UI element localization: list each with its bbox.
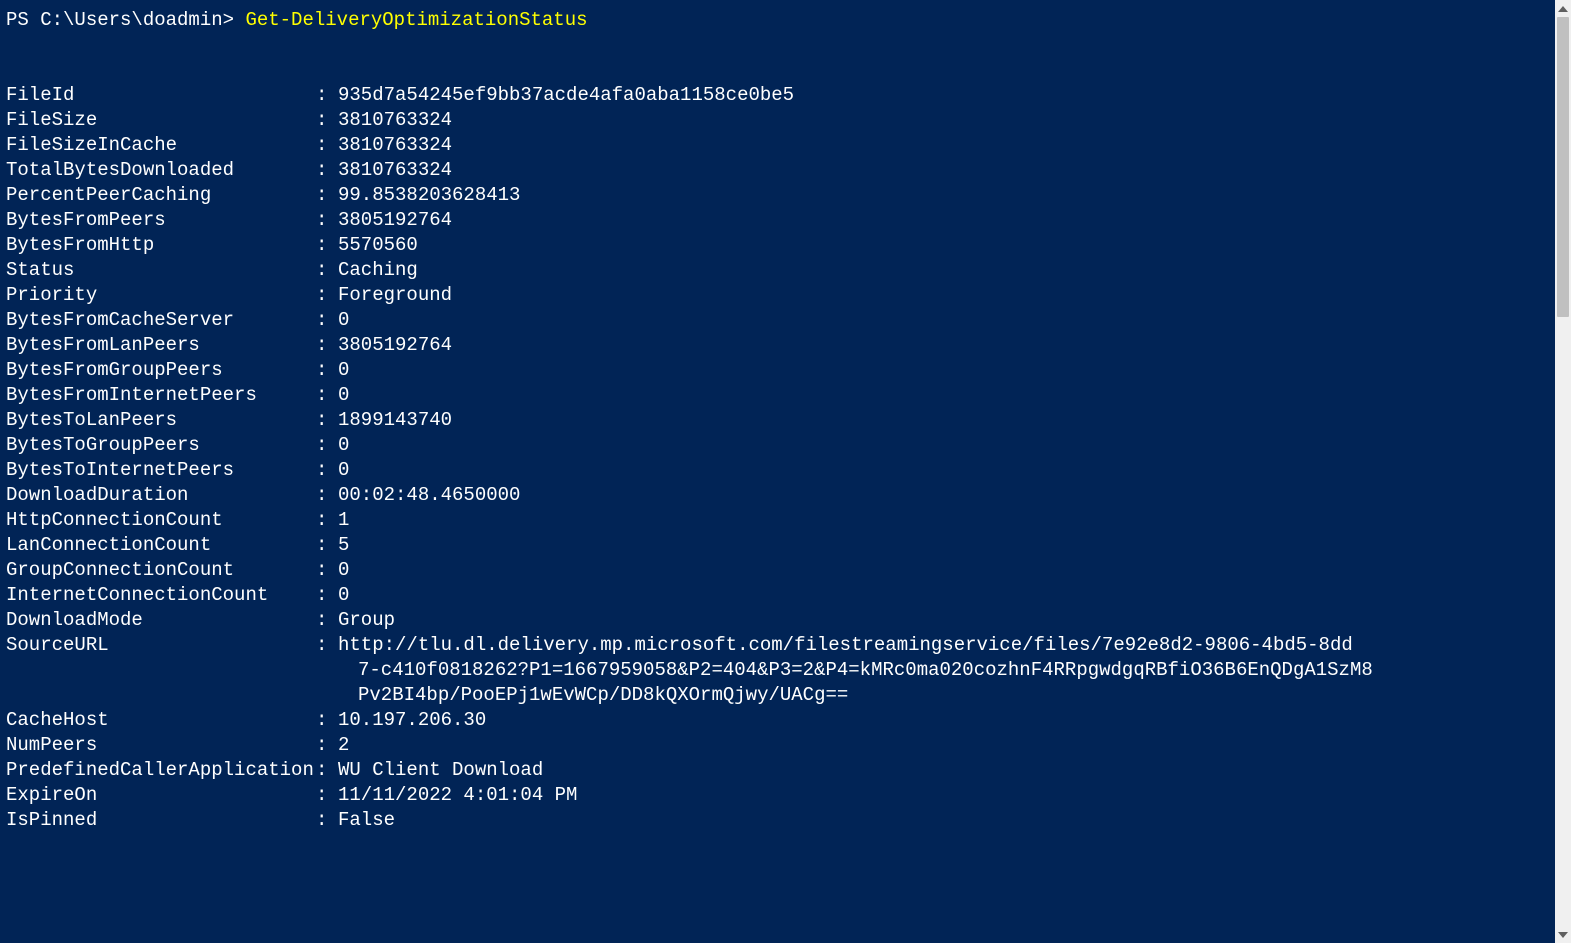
field-value: 0 <box>338 433 349 458</box>
field-sep: : <box>316 108 338 133</box>
field-key: BytesFromPeers <box>6 208 316 233</box>
field-key: BytesFromLanPeers <box>6 333 316 358</box>
field-val-sourceurl-l3: Pv2BI4bp/PooEPj1wEvWCp/DD8kQXOrmQjwy/UAC… <box>6 683 1565 708</box>
field-key: FileId <box>6 83 316 108</box>
field-sep: : <box>316 508 338 533</box>
field-sep: : <box>316 558 338 583</box>
field-sep: : <box>316 608 338 633</box>
field-value: 0 <box>338 308 349 333</box>
field-sep: : <box>316 133 338 158</box>
field-value: 99.8538203628413 <box>338 183 520 208</box>
prompt-prefix: PS C:\Users\doadmin> <box>6 9 245 31</box>
field-value: 3810763324 <box>338 108 452 133</box>
field-sep: : <box>316 283 338 308</box>
field-value: 3810763324 <box>338 158 452 183</box>
field-key: DownloadDuration <box>6 483 316 508</box>
field-key: DownloadMode <box>6 608 316 633</box>
field-key: BytesToInternetPeers <box>6 458 316 483</box>
field-value: 3805192764 <box>338 333 452 358</box>
field-sep: : <box>316 583 338 608</box>
field-value: Caching <box>338 258 418 283</box>
field-key: PredefinedCallerApplication <box>6 758 316 783</box>
field-key: IsPinned <box>6 808 316 833</box>
field-value: Foreground <box>338 283 452 308</box>
field-key: BytesFromHttp <box>6 233 316 258</box>
terminal-output[interactable]: PS C:\Users\doadmin> Get-DeliveryOptimiz… <box>0 0 1571 841</box>
field-val-sourceurl-l1: http://tlu.dl.delivery.mp.microsoft.com/… <box>338 633 1353 658</box>
scroll-thumb[interactable] <box>1557 17 1569 317</box>
field-key: ExpireOn <box>6 783 316 808</box>
chevron-up-icon <box>1558 6 1568 12</box>
field-key: BytesFromInternetPeers <box>6 383 316 408</box>
field-sep: : <box>316 733 338 758</box>
field-value: 2 <box>338 733 349 758</box>
field-sep: : <box>316 158 338 183</box>
field-key: BytesFromCacheServer <box>6 308 316 333</box>
field-value: Group <box>338 608 395 633</box>
field-sep: : <box>316 358 338 383</box>
scroll-down-button[interactable] <box>1555 926 1571 943</box>
field-sep: : <box>316 333 338 358</box>
field-sep: : <box>316 83 338 108</box>
field-value: 0 <box>338 558 349 583</box>
field-value: 10.197.206.30 <box>338 708 486 733</box>
field-val-sourceurl-l2: 7-c410f0818262?P1=1667959058&P2=404&P3=2… <box>6 658 1565 683</box>
field-value: 0 <box>338 358 349 383</box>
field-value: 11/11/2022 4:01:04 PM <box>338 783 577 808</box>
field-sep: : <box>316 383 338 408</box>
field-key-sourceurl: SourceURL <box>6 633 316 658</box>
scroll-up-button[interactable] <box>1555 0 1571 17</box>
field-sep: : <box>316 808 338 833</box>
field-key: Status <box>6 258 316 283</box>
field-key: GroupConnectionCount <box>6 558 316 583</box>
field-value: 5570560 <box>338 233 418 258</box>
field-value: 3810763324 <box>338 133 452 158</box>
field-sep: : <box>316 758 338 783</box>
field-value: 1899143740 <box>338 408 452 433</box>
field-key: TotalBytesDownloaded <box>6 158 316 183</box>
field-value: 5 <box>338 533 349 558</box>
field-key: PercentPeerCaching <box>6 183 316 208</box>
scroll-track[interactable] <box>1555 17 1571 926</box>
vertical-scrollbar[interactable] <box>1555 0 1571 943</box>
field-sep: : <box>316 183 338 208</box>
field-sep: : <box>316 708 338 733</box>
field-value: 00:02:48.4650000 <box>338 483 520 508</box>
field-sep: : <box>316 208 338 233</box>
field-value: 935d7a54245ef9bb37acde4afa0aba1158ce0be5 <box>338 83 794 108</box>
field-sep: : <box>316 258 338 283</box>
field-key: CacheHost <box>6 708 316 733</box>
field-key: Priority <box>6 283 316 308</box>
field-key: FileSize <box>6 108 316 133</box>
field-value: 3805192764 <box>338 208 452 233</box>
field-sep: : <box>316 433 338 458</box>
field-key: FileSizeInCache <box>6 133 316 158</box>
field-value: WU Client Download <box>338 758 543 783</box>
field-sep: : <box>316 233 338 258</box>
field-sep: : <box>316 408 338 433</box>
field-value: 1 <box>338 508 349 533</box>
command-text: Get-DeliveryOptimizationStatus <box>245 9 587 31</box>
field-value: 0 <box>338 458 349 483</box>
field-key: NumPeers <box>6 733 316 758</box>
field-key: BytesToGroupPeers <box>6 433 316 458</box>
field-value: False <box>338 808 395 833</box>
field-value: 0 <box>338 383 349 408</box>
field-sep: : <box>316 633 338 658</box>
field-sep: : <box>316 783 338 808</box>
field-value: 0 <box>338 583 349 608</box>
field-sep: : <box>316 308 338 333</box>
field-key: BytesToLanPeers <box>6 408 316 433</box>
field-sep: : <box>316 533 338 558</box>
field-key: InternetConnectionCount <box>6 583 316 608</box>
field-sep: : <box>316 483 338 508</box>
chevron-down-icon <box>1558 932 1568 938</box>
field-sep: : <box>316 458 338 483</box>
field-key: HttpConnectionCount <box>6 508 316 533</box>
field-key: BytesFromGroupPeers <box>6 358 316 383</box>
field-key: LanConnectionCount <box>6 533 316 558</box>
